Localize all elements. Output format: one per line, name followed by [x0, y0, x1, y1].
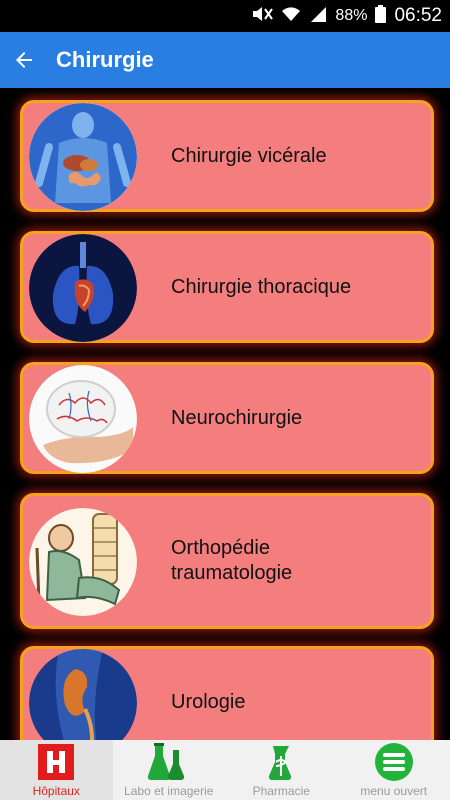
nav-label: Hôpitaux: [32, 784, 80, 798]
specialty-label: Chirurgie thoracique: [171, 275, 352, 298]
page-title: Chirurgie: [56, 47, 154, 72]
specialty-card-thoracic[interactable]: Chirurgie thoracique: [20, 231, 434, 343]
specialty-card-neuro[interactable]: Neurochirurgie: [20, 362, 434, 474]
specialty-label: Neurochirurgie: [171, 406, 303, 429]
kidney-image: [29, 649, 137, 740]
nav-label: Labo et imagerie: [124, 784, 214, 798]
nav-item-hopitaux[interactable]: Hôpitaux: [0, 740, 113, 800]
nav-item-pharmacie[interactable]: Pharmacie: [225, 740, 338, 800]
wifi-icon: [281, 5, 301, 28]
battery-icon: [375, 4, 387, 28]
specialty-label: Orthopédie traumatologie: [171, 537, 293, 584]
nav-label: menu ouvert: [360, 784, 428, 798]
lungs-heart-image: [29, 234, 137, 342]
status-bar: 88% 06:52: [0, 0, 450, 32]
flasks-icon: [147, 742, 191, 782]
arrow-left-icon: [16, 52, 32, 68]
menu-icon: [374, 742, 414, 782]
specialty-label: Urologie: [171, 690, 246, 713]
nav-item-labo[interactable]: Labo et imagerie: [113, 740, 226, 800]
specialty-card-visceral[interactable]: Chirurgie vicérale: [20, 100, 434, 212]
hospital-icon: [36, 742, 76, 782]
bandaged-patient-image: [29, 508, 137, 616]
specialty-card-urology[interactable]: Urologie: [20, 646, 434, 740]
specialty-label: Chirurgie vicérale: [171, 144, 327, 167]
specialty-card-ortho[interactable]: Orthopédie traumatologie: [20, 493, 434, 629]
pharmacy-icon: [263, 742, 299, 782]
clock: 06:52: [394, 5, 442, 26]
nav-label: Pharmacie: [252, 784, 310, 798]
nav-item-menu[interactable]: menu ouvert: [338, 740, 450, 800]
brain-in-hand-image: [29, 365, 137, 473]
signal-icon: [309, 5, 327, 28]
mute-icon: [251, 5, 274, 28]
digestive-system-image: [29, 103, 137, 211]
back-button[interactable]: [2, 32, 46, 88]
specialty-list: Chirurgie vicérale Chirurgie thoracique: [0, 88, 450, 740]
app-bar: Chirurgie: [0, 32, 450, 88]
bottom-navigation: Hôpitaux Labo et imagerie Pharmacie menu…: [0, 740, 450, 800]
battery-percent: 88%: [335, 7, 368, 24]
